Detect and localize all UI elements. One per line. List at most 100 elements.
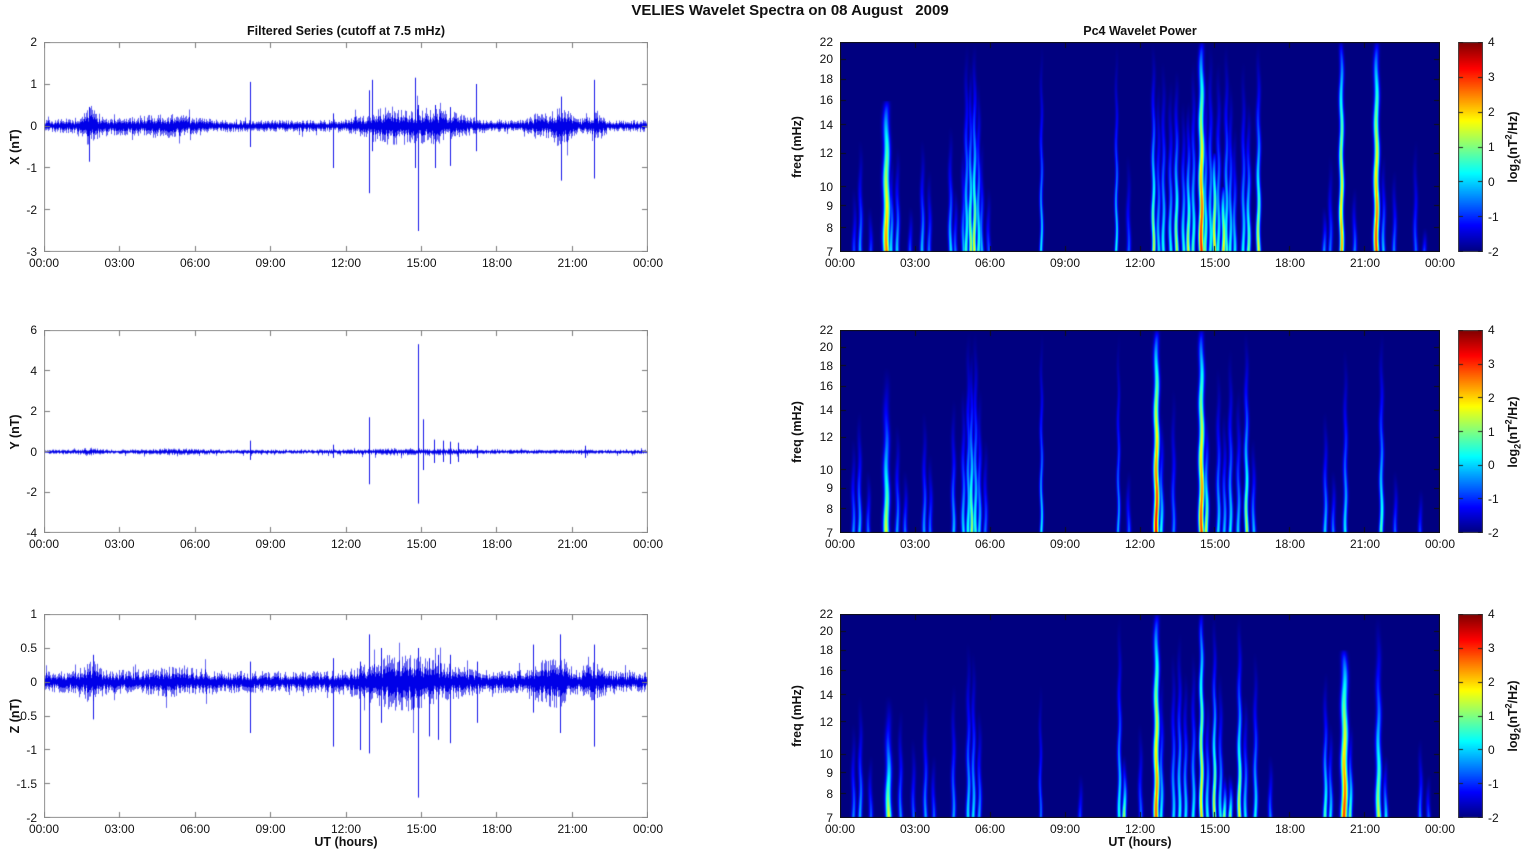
freq-tick-label: 22 bbox=[819, 323, 833, 337]
colorbar-tick-label: 0 bbox=[1488, 743, 1495, 757]
freq-tick-label: 7 bbox=[826, 245, 833, 259]
y-tick-label: -3 bbox=[26, 245, 37, 259]
x-tick-label: 12:00 bbox=[330, 537, 362, 551]
colorbar-label-sup: 2 bbox=[1503, 134, 1514, 140]
freq-tick-label: 18 bbox=[819, 71, 833, 86]
colorbar-z bbox=[1458, 614, 1483, 818]
x-tick-label: 00:00 bbox=[632, 537, 664, 551]
y-tick-label: 2 bbox=[30, 35, 37, 49]
x-tick-label: 00:00 bbox=[1424, 537, 1456, 551]
x-tick-label: 15:00 bbox=[1199, 537, 1231, 551]
y-tick-label: -1 bbox=[26, 161, 37, 175]
x-tick-label: 03:00 bbox=[104, 256, 135, 270]
colorbar-label-sub: 2 bbox=[1512, 443, 1523, 449]
colorbar-tick-label: 2 bbox=[1488, 390, 1495, 405]
colorbar-label-prefix: log bbox=[1505, 732, 1520, 752]
colorbar-tick-label: 3 bbox=[1488, 641, 1495, 655]
freq-tick-label: 14 bbox=[819, 687, 833, 702]
x-tick-label: 18:00 bbox=[481, 256, 513, 270]
colorbar-label-sup: 2 bbox=[1503, 703, 1514, 709]
y-tick-label: 6 bbox=[30, 323, 37, 337]
x-tick-label: 21:00 bbox=[557, 822, 588, 836]
x-tick-label: 18:00 bbox=[481, 822, 513, 836]
freq-ylabel-top: freq (mHz) bbox=[790, 116, 804, 178]
y-tick-label: -2 bbox=[26, 203, 37, 217]
x-tick-label: 06:00 bbox=[974, 256, 1006, 270]
x-tick-label: 15:00 bbox=[406, 537, 437, 551]
freq-tick-label: 7 bbox=[826, 811, 833, 825]
colorbar-label-sub: 2 bbox=[1512, 727, 1523, 733]
x-tick-label: 06:00 bbox=[974, 537, 1006, 551]
colorbar-tick-label: 0 bbox=[1488, 175, 1495, 189]
left-column-title: Filtered Series (cutoff at 7.5 mHz) bbox=[247, 24, 445, 38]
x-tick-label: 21:00 bbox=[557, 537, 588, 551]
x-tick-label: 18:00 bbox=[481, 537, 513, 551]
freq-tick-label: 18 bbox=[819, 642, 833, 657]
y-tick-label: 0 bbox=[30, 675, 37, 689]
freq-tick-label: 14 bbox=[819, 403, 833, 418]
x-tick-label: 12:00 bbox=[1124, 822, 1156, 836]
x-tick-label: 09:00 bbox=[255, 537, 286, 551]
freq-tick-label: 8 bbox=[826, 502, 833, 517]
y-filtered-series-plot bbox=[44, 330, 648, 533]
freq-tick-label: 12 bbox=[819, 430, 833, 445]
freq-tick-label: 22 bbox=[819, 35, 833, 49]
x-tick-label: 09:00 bbox=[1049, 256, 1081, 270]
freq-tick-label: 16 bbox=[819, 93, 833, 108]
colorbar-label-suffix: /Hz) bbox=[1505, 395, 1520, 419]
freq-tick-label: 8 bbox=[826, 787, 833, 802]
x-tick-label: 15:00 bbox=[1199, 256, 1231, 270]
y-tick-label: 1 bbox=[30, 607, 37, 621]
y-tick-label: -1 bbox=[26, 743, 37, 757]
x-series-ylabel: X (nT) bbox=[8, 129, 22, 165]
freq-tick-label: 16 bbox=[819, 379, 833, 394]
colorbar-tick-label: 4 bbox=[1488, 35, 1495, 49]
x-tick-label: 18:00 bbox=[1274, 256, 1306, 270]
colorbar-tick-label: -1 bbox=[1488, 492, 1499, 507]
colorbar-label-suffix: /Hz) bbox=[1505, 111, 1520, 135]
x-tick-label: 03:00 bbox=[899, 256, 931, 270]
colorbar-label-mid: (nT bbox=[1505, 423, 1520, 444]
x-tick-label: 06:00 bbox=[179, 537, 211, 551]
y-tick-label: -2 bbox=[26, 485, 37, 500]
x-tick-label: 12:00 bbox=[1124, 537, 1156, 551]
colorbar-tick-label: 2 bbox=[1488, 675, 1495, 689]
freq-tick-label: 10 bbox=[819, 179, 833, 194]
left-xlabel: UT (hours) bbox=[314, 835, 378, 849]
x-tick-label: 00:00 bbox=[632, 822, 664, 836]
freq-tick-label: 9 bbox=[826, 481, 833, 496]
x-tick-label: 09:00 bbox=[255, 822, 286, 836]
y-tick-label: 1 bbox=[30, 77, 37, 91]
colorbar-label-x: log2(nT2/Hz) bbox=[1504, 111, 1523, 182]
x-tick-label: 15:00 bbox=[1199, 822, 1231, 836]
y-tick-label: -2 bbox=[26, 811, 37, 825]
x-tick-label: 00:00 bbox=[1424, 256, 1456, 270]
x-wavelet-spectrogram bbox=[840, 42, 1440, 252]
colorbar-tick-label: -1 bbox=[1488, 777, 1499, 791]
x-tick-label: 06:00 bbox=[179, 256, 211, 270]
y-tick-label: -0.5 bbox=[16, 709, 37, 723]
freq-ylabel-bottom: freq (mHz) bbox=[790, 685, 804, 747]
y-wavelet-spectrogram bbox=[840, 330, 1440, 533]
freq-tick-label: 20 bbox=[819, 52, 833, 67]
colorbar-y bbox=[1458, 330, 1483, 533]
z-filtered-series-plot bbox=[44, 614, 648, 818]
figure-title: VELIES Wavelet Spectra on 08 August 2009 bbox=[631, 2, 949, 19]
colorbar-tick-label: 1 bbox=[1488, 140, 1495, 154]
x-tick-label: 12:00 bbox=[330, 822, 362, 836]
x-tick-label: 03:00 bbox=[104, 537, 135, 551]
y-tick-label: 0 bbox=[30, 444, 37, 459]
colorbar-label-suffix: /Hz) bbox=[1505, 680, 1520, 704]
x-tick-label: 09:00 bbox=[1049, 537, 1081, 551]
freq-tick-label: 18 bbox=[819, 358, 833, 373]
x-tick-label: 03:00 bbox=[899, 822, 931, 836]
freq-tick-label: 9 bbox=[826, 198, 833, 213]
x-tick-label: 21:00 bbox=[557, 256, 588, 270]
freq-tick-label: 20 bbox=[819, 339, 833, 354]
freq-tick-label: 12 bbox=[819, 146, 833, 161]
colorbar-tick-label: 1 bbox=[1488, 709, 1495, 723]
x-tick-label: 12:00 bbox=[1124, 256, 1156, 270]
colorbar-tick-label: 1 bbox=[1488, 424, 1495, 439]
y-tick-label: 0.5 bbox=[20, 641, 37, 655]
freq-tick-label: 9 bbox=[826, 766, 833, 781]
